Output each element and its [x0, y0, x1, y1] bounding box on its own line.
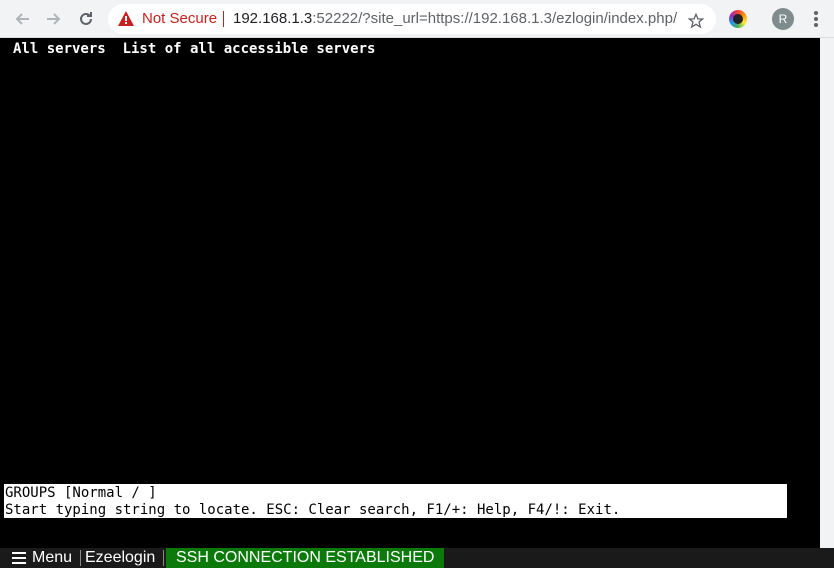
url-host: 192.168.1.3: [233, 10, 313, 27]
terminal-status-box: GROUPS [Normal / ] Start typing string t…: [4, 484, 787, 518]
address-bar[interactable]: Not Secure 192.168.1.3:52222/?site_url=h…: [108, 4, 716, 34]
help-line: Start typing string to locate. ESC: Clea…: [5, 502, 621, 518]
star-icon[interactable]: [687, 12, 705, 34]
omnibox-divider: [223, 11, 224, 27]
bottom-bar: Menu Ezeelogin SSH CONNECTION ESTABLISHE…: [0, 548, 834, 568]
browser-toolbar: Not Secure 192.168.1.3:52222/?site_url=h…: [0, 0, 834, 38]
security-status[interactable]: Not Secure: [142, 10, 217, 28]
app-name[interactable]: Ezeelogin: [85, 548, 155, 568]
terminal-screen[interactable]: All servers List of all accessible serve…: [0, 38, 820, 548]
back-arrow-icon[interactable]: [10, 7, 34, 31]
groups-line: GROUPS [Normal / ]: [5, 485, 157, 501]
menu-label: Menu: [32, 549, 73, 566]
extension-icon[interactable]: [729, 10, 747, 28]
bar-divider: [163, 550, 164, 566]
url-path: :52222/?site_url=https://192.168.1.3/ezl…: [312, 10, 678, 27]
reload-icon[interactable]: [74, 7, 98, 31]
warning-icon[interactable]: [118, 11, 134, 31]
forward-arrow-icon[interactable]: [42, 7, 66, 31]
avatar[interactable]: R: [772, 8, 794, 30]
kebab-menu-icon[interactable]: [810, 9, 822, 29]
hamburger-icon: [12, 552, 26, 564]
bar-divider: [80, 550, 81, 566]
terminal-header: All servers List of all accessible serve…: [13, 41, 376, 57]
scrollbar[interactable]: [820, 38, 834, 548]
menu-button[interactable]: Menu: [12, 548, 72, 568]
url-text[interactable]: 192.168.1.3:52222/?site_url=https://192.…: [233, 10, 677, 28]
connection-status-badge: SSH CONNECTION ESTABLISHED: [166, 548, 444, 568]
